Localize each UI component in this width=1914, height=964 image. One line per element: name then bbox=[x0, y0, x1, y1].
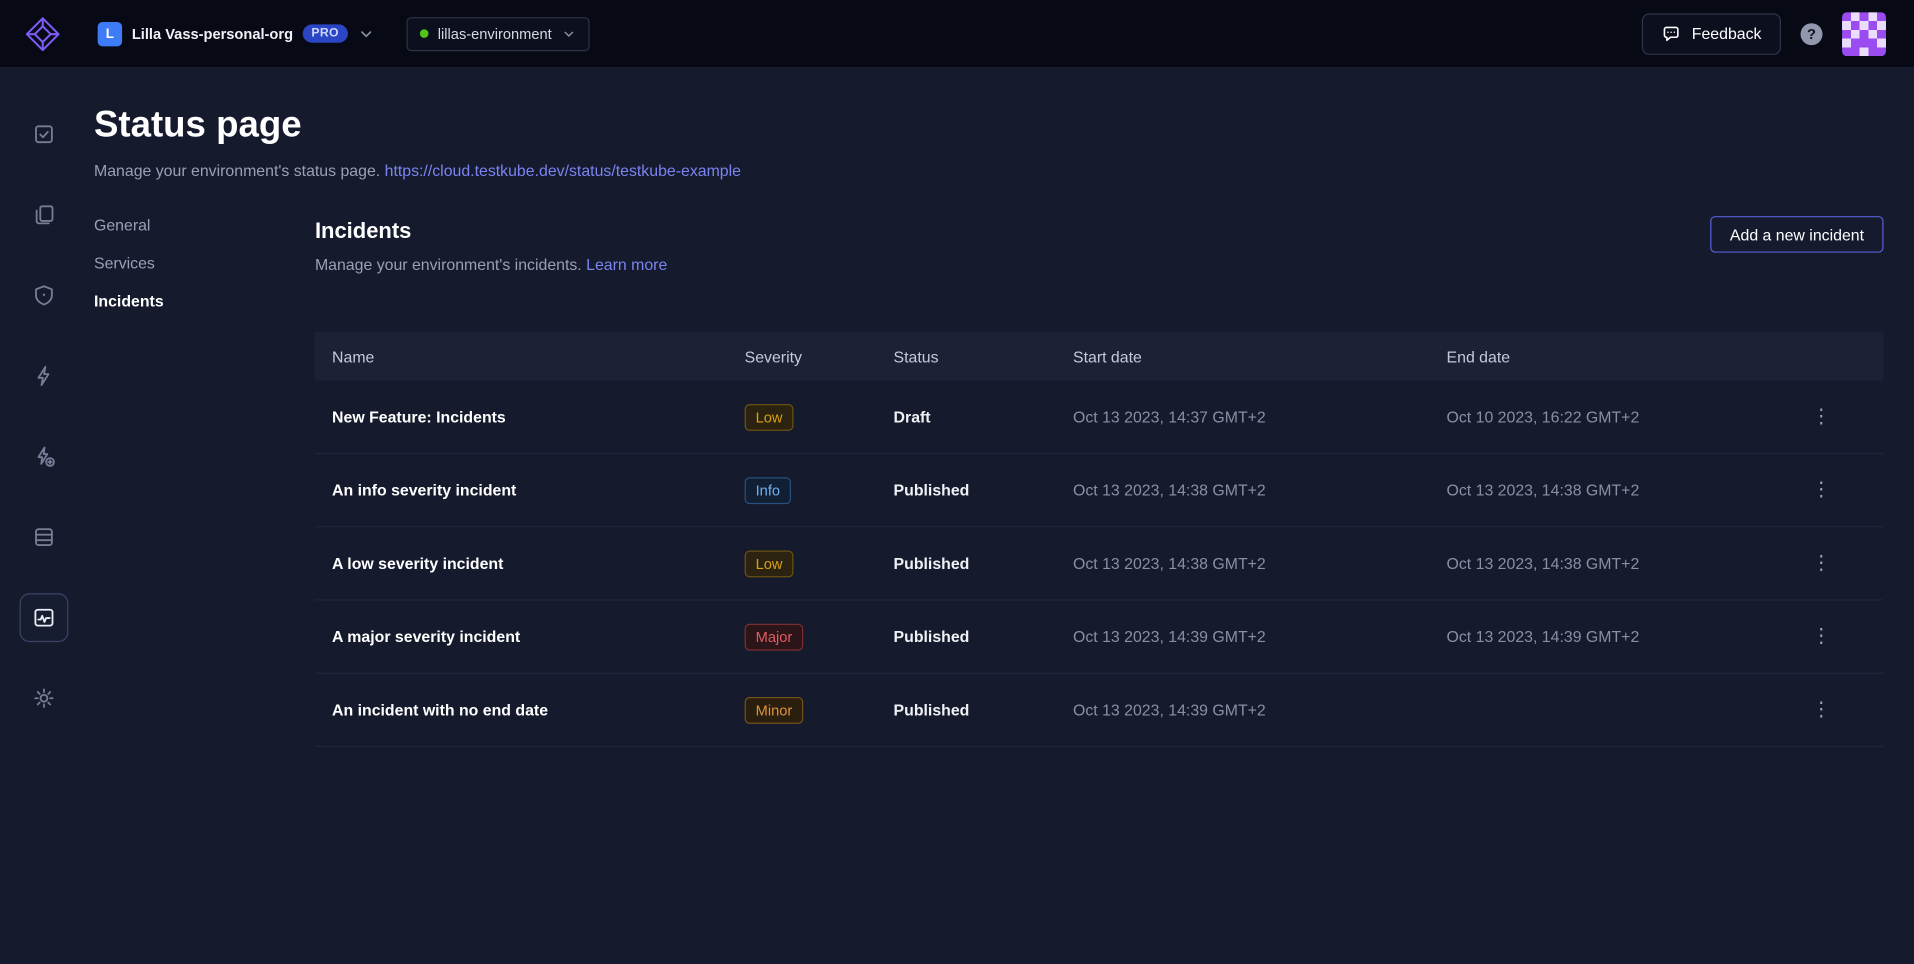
incident-end-date: Oct 13 2023, 14:39 GMT+2 bbox=[1056, 701, 1430, 719]
incident-end-date: Oct 13 2023, 14:38 GMT+2 bbox=[1429, 481, 1759, 499]
incident-status: Draft bbox=[876, 408, 1055, 426]
incident-name: New Feature: Incidents bbox=[315, 408, 728, 426]
row-actions-kebab-icon[interactable]: ⋮ bbox=[1804, 478, 1838, 502]
page-title: Status page bbox=[94, 103, 1884, 149]
table-row[interactable]: A major severity incident Major Publishe… bbox=[315, 601, 1884, 674]
user-avatar[interactable] bbox=[1842, 12, 1886, 56]
sources-icon bbox=[32, 525, 56, 549]
subnav-item-services[interactable]: Services bbox=[94, 254, 315, 277]
shield-icon bbox=[32, 283, 56, 307]
row-actions-kebab-icon[interactable]: ⋮ bbox=[1804, 551, 1838, 575]
incident-end-date: Oct 13 2023, 14:39 GMT+2 bbox=[1429, 627, 1759, 645]
table-header-row: Name Severity Status Start date End date bbox=[315, 332, 1884, 381]
learn-more-link[interactable]: Learn more bbox=[586, 255, 667, 273]
severity-badge: Low bbox=[745, 550, 794, 577]
sidebar-item-webhooks[interactable] bbox=[20, 432, 69, 481]
incident-start-date: Oct 13 2023, 14:38 GMT+2 bbox=[1056, 481, 1430, 499]
status-page-icon bbox=[32, 605, 56, 629]
sidebar-item-triggers[interactable] bbox=[20, 352, 69, 401]
column-header-name: Name bbox=[315, 347, 728, 365]
incident-status: Published bbox=[876, 701, 1055, 719]
severity-badge: Minor bbox=[745, 696, 804, 723]
sidebar-item-sources[interactable] bbox=[20, 513, 69, 562]
environment-status-dot bbox=[419, 29, 428, 38]
test-suites-icon bbox=[32, 203, 56, 227]
sidebar-item-shield[interactable] bbox=[20, 271, 69, 320]
incident-status: Published bbox=[876, 481, 1055, 499]
org-name: Lilla Vass-personal-org bbox=[132, 25, 293, 42]
help-icon[interactable]: ? bbox=[1801, 23, 1823, 45]
sidebar-item-status-page[interactable] bbox=[20, 593, 69, 642]
topbar: L Lilla Vass-personal-org PRO lillas-env… bbox=[0, 0, 1914, 68]
incident-status: Published bbox=[876, 554, 1055, 572]
testkube-logo-icon[interactable] bbox=[22, 13, 64, 55]
incident-end-date: Oct 10 2023, 16:22 GMT+2 bbox=[1429, 408, 1759, 426]
row-actions-kebab-icon[interactable]: ⋮ bbox=[1804, 624, 1838, 648]
bolt-icon bbox=[32, 364, 56, 388]
topbar-right: Feedback ? bbox=[1642, 12, 1886, 56]
incident-start-date: Oct 13 2023, 14:38 GMT+2 bbox=[1056, 554, 1430, 572]
incidents-title: Incidents bbox=[315, 216, 667, 245]
settings-subnav: General Services Incidents bbox=[94, 216, 315, 747]
org-selector[interactable]: L Lilla Vass-personal-org PRO bbox=[98, 21, 375, 45]
incidents-subtitle: Manage your environment's incidents. Lea… bbox=[315, 255, 667, 273]
incident-start-date: Oct 13 2023, 14:37 GMT+2 bbox=[1056, 408, 1430, 426]
org-avatar: L bbox=[98, 21, 122, 45]
column-header-end-date: End date bbox=[1429, 347, 1759, 365]
incident-name: A low severity incident bbox=[315, 554, 728, 572]
tests-icon bbox=[32, 122, 56, 146]
row-actions-kebab-icon[interactable]: ⋮ bbox=[1804, 405, 1838, 429]
incident-name: An incident with no end date bbox=[315, 701, 728, 719]
incident-end-date: Oct 13 2023, 14:38 GMT+2 bbox=[1429, 554, 1759, 572]
table-row[interactable]: An incident with no end date Minor Publi… bbox=[315, 674, 1884, 747]
severity-badge: Info bbox=[745, 477, 791, 504]
feedback-chat-icon bbox=[1661, 24, 1681, 44]
table-row[interactable]: New Feature: Incidents Low Draft Oct 13 … bbox=[315, 381, 1884, 454]
sidebar bbox=[0, 68, 88, 964]
sidebar-item-test-suites[interactable] bbox=[20, 190, 69, 239]
column-header-severity: Severity bbox=[728, 347, 877, 365]
subnav-item-incidents[interactable]: Incidents bbox=[94, 292, 315, 315]
incidents-table: Name Severity Status Start date End date… bbox=[315, 332, 1884, 747]
severity-badge: Major bbox=[745, 623, 804, 650]
environment-name: lillas-environment bbox=[438, 25, 552, 42]
feedback-label: Feedback bbox=[1692, 24, 1762, 42]
main-content: Status page Manage your environment's st… bbox=[88, 68, 1914, 964]
incidents-section: Incidents Manage your environment's inci… bbox=[315, 216, 1884, 747]
chevron-down-icon bbox=[562, 26, 577, 41]
pro-badge: PRO bbox=[303, 24, 348, 42]
settings-gear-icon bbox=[32, 686, 56, 710]
status-page-url-link[interactable]: https://cloud.testkube.dev/status/testku… bbox=[385, 161, 741, 179]
column-header-start-date: Start date bbox=[1056, 347, 1430, 365]
incident-name: An info severity incident bbox=[315, 481, 728, 499]
feedback-button[interactable]: Feedback bbox=[1642, 13, 1781, 55]
column-header-status: Status bbox=[876, 347, 1055, 365]
sidebar-item-tests[interactable] bbox=[20, 110, 69, 159]
incident-status: Published bbox=[876, 627, 1055, 645]
incident-name: A major severity incident bbox=[315, 627, 728, 645]
add-incident-button[interactable]: Add a new incident bbox=[1710, 216, 1883, 253]
table-row[interactable]: An info severity incident Info Published… bbox=[315, 454, 1884, 527]
environment-selector[interactable]: lillas-environment bbox=[406, 16, 590, 50]
severity-badge: Low bbox=[745, 403, 794, 430]
app-root: L Lilla Vass-personal-org PRO lillas-env… bbox=[0, 0, 1914, 964]
bolt-plus-icon bbox=[32, 444, 56, 468]
chevron-down-icon bbox=[357, 25, 374, 42]
sidebar-item-settings[interactable] bbox=[20, 674, 69, 723]
row-actions-kebab-icon[interactable]: ⋮ bbox=[1804, 698, 1838, 722]
incident-start-date: Oct 13 2023, 14:39 GMT+2 bbox=[1056, 627, 1430, 645]
subnav-item-general[interactable]: General bbox=[94, 216, 315, 239]
table-row[interactable]: A low severity incident Low Published Oc… bbox=[315, 527, 1884, 600]
page-subtitle-text: Manage your environment's status page. bbox=[94, 161, 380, 179]
page-subtitle: Manage your environment's status page. h… bbox=[94, 161, 1884, 179]
